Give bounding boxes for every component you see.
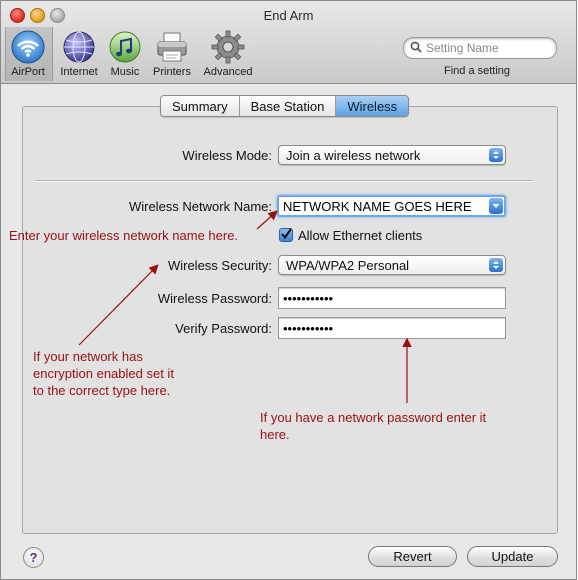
toolbar-item-advanced[interactable]: Advanced	[202, 29, 254, 78]
popup-arrows-icon	[489, 148, 503, 162]
help-button[interactable]: ?	[23, 547, 44, 568]
toolbar-item-printers[interactable]: Printers	[146, 29, 198, 78]
search-input[interactable]	[424, 39, 553, 57]
annotation-security: If your network has encryption enabled s…	[33, 348, 174, 399]
wireless-mode-popup[interactable]: Join a wireless network	[278, 145, 506, 165]
title-bar: End Arm AirPort Internet Music Printers …	[1, 1, 576, 84]
checkmark-icon	[281, 228, 292, 240]
search-icon	[410, 41, 422, 53]
revert-button[interactable]: Revert	[368, 546, 457, 567]
chevron-down-icon[interactable]	[489, 198, 503, 214]
update-button[interactable]: Update	[467, 546, 558, 567]
verify-password-label: Verify Password:	[175, 321, 272, 336]
music-icon	[109, 31, 141, 63]
toolbar-label-advanced: Advanced	[203, 66, 253, 78]
wireless-security-label: Wireless Security:	[167, 258, 272, 273]
toolbar-item-music[interactable]: Music	[99, 29, 151, 78]
allow-ethernet-checkbox[interactable]	[279, 228, 293, 242]
preferences-window: End Arm AirPort Internet Music Printers …	[0, 0, 577, 580]
annotation-security-line: encryption enabled set it	[33, 366, 174, 381]
toolbar-label-printers: Printers	[153, 66, 191, 78]
toolbar-label-airport: AirPort	[11, 66, 45, 78]
verify-password-field[interactable]: •••••••••••	[278, 317, 506, 339]
tab-wireless[interactable]: Wireless	[336, 96, 409, 116]
toolbar-item-airport[interactable]: AirPort	[2, 29, 54, 78]
airport-icon	[11, 30, 45, 64]
network-name-label: Wireless Network Name:	[128, 199, 272, 214]
password-value: •••••••••••	[283, 291, 334, 306]
wireless-security-value: WPA/WPA2 Personal	[286, 258, 410, 273]
internet-globe-icon	[63, 31, 95, 63]
toolbar-item-internet[interactable]: Internet	[53, 29, 105, 78]
annotation-network-name: Enter your wireless network name here.	[9, 228, 239, 243]
gear-icon	[211, 30, 245, 64]
annotation-password-line: here.	[260, 427, 290, 442]
find-setting-label: Find a setting	[444, 65, 511, 77]
annotation-password: If you have a network password enter it …	[260, 409, 486, 443]
settings-search-field[interactable]	[403, 37, 557, 59]
tab-bar: Summary Base Station Wireless	[160, 95, 410, 117]
allow-ethernet-label[interactable]: Allow Ethernet clients	[298, 228, 422, 243]
printer-icon	[157, 32, 187, 62]
window-title: End Arm	[263, 8, 314, 23]
annotation-security-line: If your network has	[33, 349, 143, 364]
wireless-mode-value: Join a wireless network	[286, 148, 421, 163]
tab-base-station[interactable]: Base Station	[239, 96, 337, 116]
wireless-security-popup[interactable]: WPA/WPA2 Personal	[278, 255, 506, 275]
network-name-combobox[interactable]: NETWORK NAME GOES HERE	[277, 195, 506, 217]
tab-summary[interactable]: Summary	[161, 96, 240, 116]
popup-arrows-icon	[489, 258, 503, 272]
section-divider	[35, 180, 533, 182]
wireless-mode-label: Wireless Mode:	[182, 148, 272, 163]
network-name-value: NETWORK NAME GOES HERE	[283, 199, 472, 214]
annotation-password-line: If you have a network password enter it	[260, 410, 487, 425]
toolbar-label-music: Music	[110, 66, 140, 78]
password-field[interactable]: •••••••••••	[278, 287, 506, 309]
annotation-security-line: to the correct type here.	[33, 383, 171, 398]
verify-password-value: •••••••••••	[283, 321, 334, 336]
password-label: Wireless Password:	[157, 291, 272, 306]
toolbar-label-internet: Internet	[60, 66, 98, 78]
